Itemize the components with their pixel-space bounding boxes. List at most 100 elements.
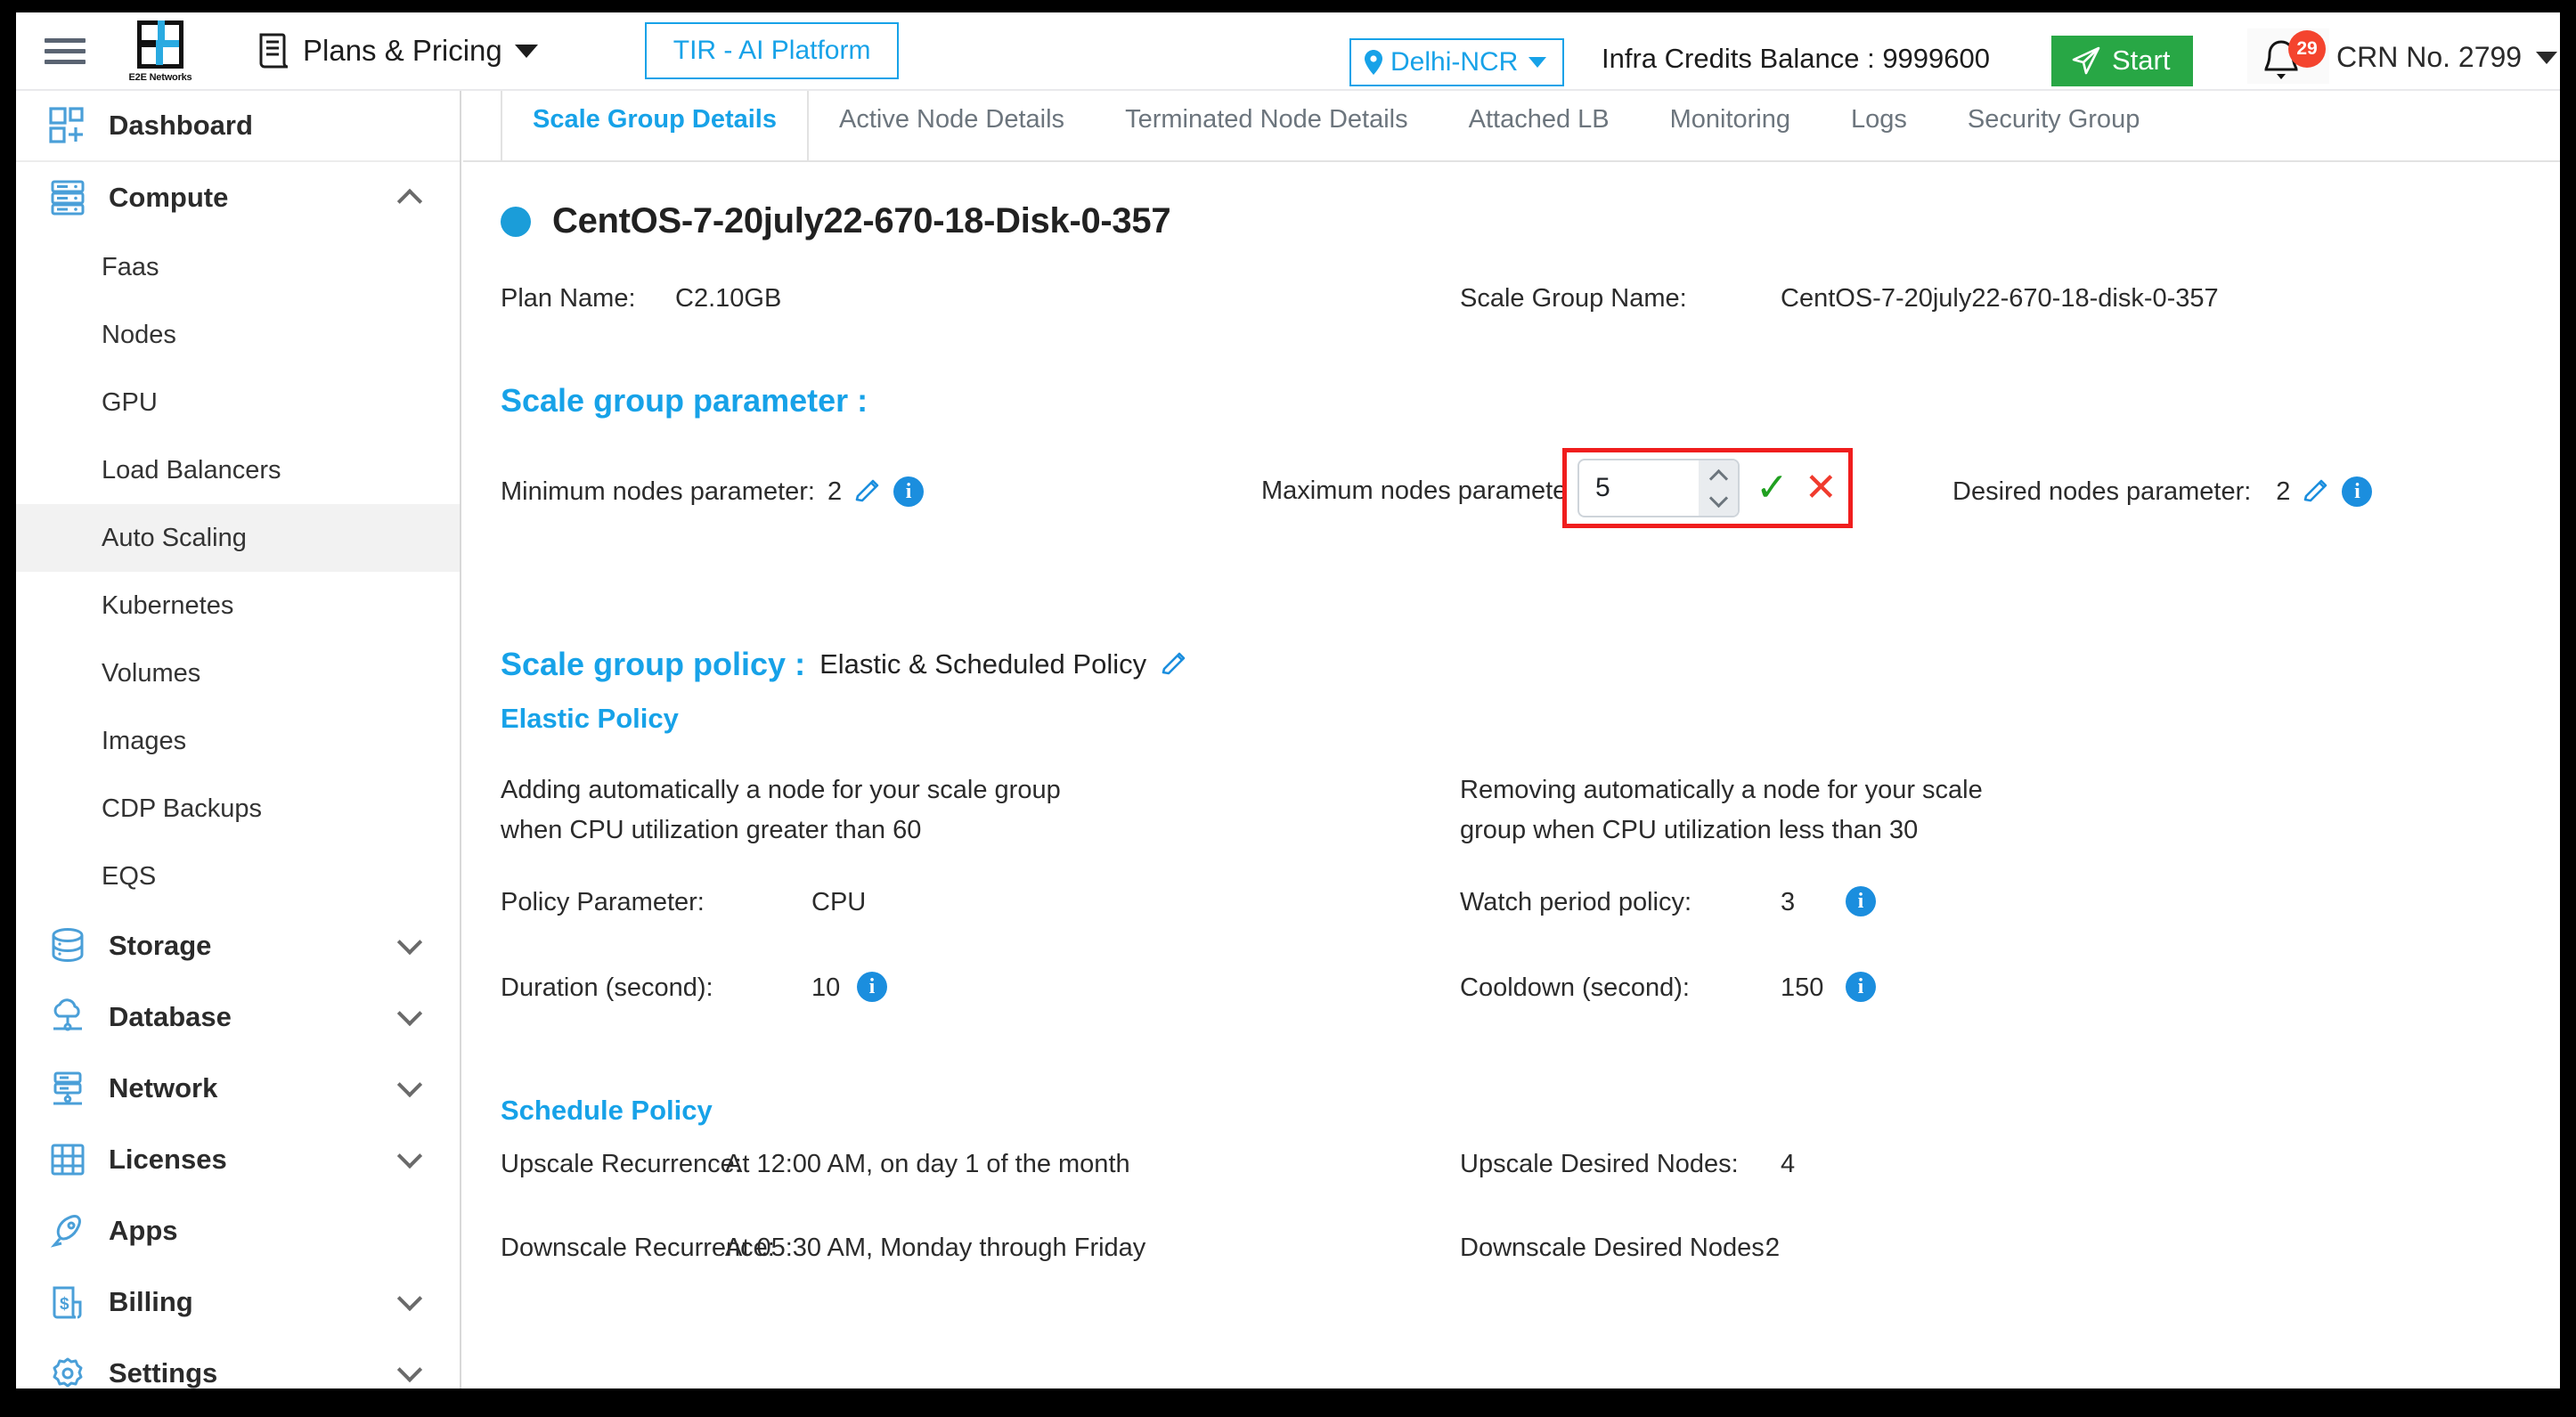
info-icon[interactable]: i [1846, 972, 1876, 1002]
main-content: Scale Group Details Active Node Details … [463, 91, 2560, 1388]
cooldown-info: i [1846, 972, 1876, 1002]
sidebar-item-dashboard[interactable]: Dashboard [16, 91, 460, 162]
scale-group-name-value: CentOS-7-20july22-670-18-disk-0-357 [1781, 284, 2219, 313]
sidebar-item-images[interactable]: Images [16, 707, 460, 775]
sidebar-item-kubernetes[interactable]: Kubernetes [16, 572, 460, 639]
plan-name-label: Plan Name: [501, 284, 636, 313]
duration-info: i [857, 972, 887, 1002]
scale-group-parameter-row: Minimum nodes parameter: 2 i Maximum nod… [501, 448, 2560, 532]
region-selector[interactable]: Delhi-NCR [1349, 38, 1565, 86]
downscale-recurrence-value: At 05:30 AM, Monday through Friday [725, 1234, 1146, 1262]
edit-pencil-icon[interactable] [854, 478, 881, 505]
upscale-desired-label: Upscale Desired Nodes: [1460, 1150, 1739, 1178]
info-icon[interactable]: i [857, 972, 887, 1002]
scale-group-policy-heading: Scale group policy : [501, 646, 806, 682]
chevron-down-icon [396, 1143, 423, 1169]
send-icon [2072, 46, 2100, 75]
maximum-nodes-input-value: 5 [1595, 473, 1610, 502]
edit-pencil-icon[interactable] [1161, 651, 1187, 678]
scale-group-policy-row: Scale group policy : Elastic & Scheduled… [501, 646, 2560, 683]
account-crn-menu[interactable]: CRN No. 2799 [2336, 41, 2558, 74]
minimum-nodes-parameter: Minimum nodes parameter: 2 i [501, 476, 925, 507]
notification-count-badge: 29 [2288, 30, 2326, 68]
edit-pencil-icon[interactable] [2303, 478, 2329, 505]
watch-period-label: Watch period policy: [1460, 888, 1692, 916]
tab-monitoring[interactable]: Monitoring [1640, 91, 1821, 160]
sidebar-item-gpu[interactable]: GPU [16, 369, 460, 436]
stepper-arrows[interactable] [1699, 460, 1738, 516]
upscale-recurrence-value: At 12:00 AM, on day 1 of the month [725, 1150, 1130, 1178]
scale-group-name-label: Scale Group Name: [1460, 284, 1687, 313]
sidebar-item-label: Database [109, 1001, 232, 1032]
billing-receipt-icon: $ [53, 1286, 82, 1319]
chevron-up-icon [396, 188, 423, 215]
sidebar-item-storage[interactable]: Storage [16, 910, 460, 981]
sidebar-item-auto-scaling[interactable]: Auto Scaling [16, 504, 460, 572]
status-dot-icon [501, 206, 531, 237]
tab-attached-lb[interactable]: Attached LB [1439, 91, 1640, 160]
tab-scale-group-details[interactable]: Scale Group Details [501, 91, 809, 160]
schedule-policy-heading: Schedule Policy [501, 1095, 713, 1126]
sidebar-item-cdp-backups[interactable]: CDP Backups [16, 775, 460, 843]
maximum-nodes-stepper[interactable]: 5 [1577, 459, 1740, 517]
duration-cooldown-row: Duration (second): 10 i Cooldown (second… [501, 972, 2560, 1027]
app-window: E2E Networks Plans & Pricing TIR - AI Pl… [16, 12, 2560, 1388]
duration-label: Duration (second): [501, 973, 713, 1002]
info-icon[interactable]: i [893, 476, 925, 507]
info-icon[interactable]: i [1846, 886, 1876, 916]
maximum-nodes-parameter: Maximum nodes parameter [1261, 476, 1576, 506]
notifications-button[interactable]: 29 [2247, 29, 2329, 84]
policy-parameter-row: Policy Parameter: CPU Watch period polic… [501, 886, 2560, 941]
tab-terminated-node-details[interactable]: Terminated Node Details [1095, 91, 1439, 160]
hamburger-icon[interactable] [45, 34, 86, 68]
tir-ai-platform-button[interactable]: TIR - AI Platform [644, 22, 900, 79]
sidebar-item-database[interactable]: Database [16, 981, 460, 1053]
tab-security-group[interactable]: Security Group [1937, 91, 2170, 160]
svg-text:$: $ [60, 1295, 69, 1314]
database-stack-icon [52, 928, 84, 963]
scale-group-parameter-heading: Scale group parameter : [501, 382, 868, 419]
chevron-up-icon[interactable] [1708, 468, 1728, 488]
region-label: Delhi-NCR [1390, 47, 1519, 77]
upscale-row: Upscale Recurrence: At 12:00 AM, on day … [501, 1150, 2560, 1203]
sidebar-item-label: Licenses [109, 1144, 227, 1175]
tab-logs[interactable]: Logs [1821, 91, 1937, 160]
chevron-down-icon[interactable] [1708, 488, 1728, 508]
policy-parameter-label: Policy Parameter: [501, 888, 705, 916]
start-button[interactable]: Start [2051, 36, 2194, 86]
sidebar-item-settings[interactable]: Settings [16, 1338, 460, 1388]
maximum-nodes-edit-box: 5 ✓ ✕ [1562, 448, 1853, 528]
chevron-down-icon [2536, 51, 2558, 64]
elastic-add-description: Adding automatically a node for your sca… [501, 776, 1061, 844]
plans-pricing-menu[interactable]: Plans & Pricing [257, 32, 538, 69]
tab-bar: Scale Group Details Active Node Details … [463, 91, 2560, 162]
sidebar-item-eqs[interactable]: EQS [16, 843, 460, 910]
sidebar-item-volumes[interactable]: Volumes [16, 639, 460, 707]
confirm-edit-button[interactable]: ✓ [1756, 468, 1789, 508]
sidebar-item-load-balancers[interactable]: Load Balancers [16, 436, 460, 504]
sidebar-item-nodes[interactable]: Nodes [16, 301, 460, 369]
cancel-edit-button[interactable]: ✕ [1805, 468, 1838, 508]
cooldown-value: 150 [1781, 973, 1824, 1002]
page-title-row: CentOS-7-20july22-670-18-Disk-0-357 [501, 201, 2560, 241]
e2e-networks-logo[interactable]: E2E Networks [119, 18, 201, 84]
watch-period-value: 3 [1781, 888, 1796, 916]
page-title: CentOS-7-20july22-670-18-Disk-0-357 [552, 201, 1171, 240]
sidebar-item-apps[interactable]: Apps [16, 1195, 460, 1266]
policy-parameter-value: CPU [811, 888, 867, 916]
minimum-nodes-value: 2 [827, 476, 843, 506]
sidebar-item-licenses[interactable]: Licenses [16, 1124, 460, 1195]
sidebar-item-label: Billing [109, 1286, 193, 1317]
tab-active-node-details[interactable]: Active Node Details [809, 91, 1095, 160]
sidebar-item-compute[interactable]: Compute [16, 162, 460, 233]
maximum-nodes-label: Maximum nodes parameter [1261, 476, 1576, 505]
e2e-logo-mark [137, 20, 183, 69]
downscale-row: Downscale Recurrence: At 05:30 AM, Monda… [501, 1234, 2560, 1287]
sidebar-nav: Dashboard Compute Faas Nodes GPU Load Ba… [16, 91, 461, 1388]
summary-row: Plan Name: C2.10GB Scale Group Name: Cen… [501, 284, 2560, 334]
sidebar-item-faas[interactable]: Faas [16, 233, 460, 301]
info-icon[interactable]: i [2342, 476, 2373, 507]
network-icon [53, 1071, 82, 1105]
sidebar-item-network[interactable]: Network [16, 1053, 460, 1124]
sidebar-item-billing[interactable]: $ Billing [16, 1266, 460, 1338]
